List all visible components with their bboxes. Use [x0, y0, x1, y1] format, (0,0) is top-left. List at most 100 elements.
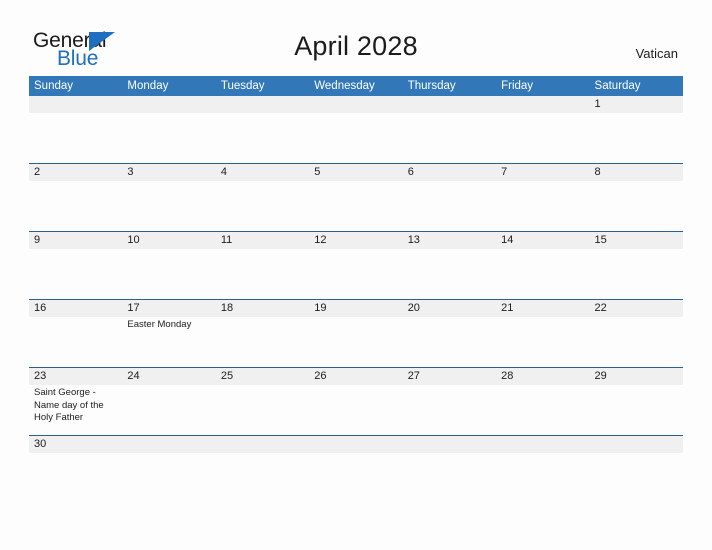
day-events[interactable]: [122, 385, 215, 435]
day-number[interactable]: 17: [122, 300, 215, 317]
day-number[interactable]: 16: [29, 300, 122, 317]
day-events[interactable]: [496, 181, 589, 231]
day-number[interactable]: 22: [590, 300, 683, 317]
calendar-week-row: 1: [29, 96, 683, 163]
day-number[interactable]: 8: [590, 164, 683, 181]
day-events[interactable]: [309, 385, 402, 435]
week-date-strip: 30: [29, 436, 683, 453]
day-events[interactable]: [309, 249, 402, 299]
day-events[interactable]: [216, 113, 309, 163]
day-events[interactable]: [496, 385, 589, 435]
day-events[interactable]: [590, 385, 683, 435]
day-number[interactable]: 29: [590, 368, 683, 385]
day-events[interactable]: [122, 249, 215, 299]
weekday-header-sunday: Sunday: [34, 80, 74, 92]
day-number[interactable]: 13: [403, 232, 496, 249]
day-number[interactable]: [122, 96, 215, 113]
day-number[interactable]: [403, 96, 496, 113]
week-date-strip: 2 3 4 5 6 7 8: [29, 164, 683, 181]
day-events[interactable]: [496, 113, 589, 163]
day-events[interactable]: [403, 453, 496, 461]
day-number[interactable]: 12: [309, 232, 402, 249]
day-number[interactable]: 19: [309, 300, 402, 317]
day-events[interactable]: [309, 181, 402, 231]
day-events[interactable]: [216, 453, 309, 461]
day-number[interactable]: 3: [122, 164, 215, 181]
day-number[interactable]: 1: [590, 96, 683, 113]
week-event-strip: [29, 181, 683, 231]
day-events[interactable]: [590, 317, 683, 367]
day-number[interactable]: 24: [122, 368, 215, 385]
day-number[interactable]: 28: [496, 368, 589, 385]
day-events[interactable]: [216, 249, 309, 299]
weekday-header-friday: Friday: [501, 80, 534, 92]
day-events[interactable]: Saint George - Name day of the Holy Fath…: [29, 385, 122, 435]
calendar-grid: Sunday Monday Tuesday Wednesday Thursday…: [29, 76, 683, 461]
day-events[interactable]: [590, 113, 683, 163]
day-events[interactable]: [496, 453, 589, 461]
day-number[interactable]: [29, 96, 122, 113]
day-number[interactable]: 21: [496, 300, 589, 317]
day-events[interactable]: [309, 453, 402, 461]
day-number[interactable]: [216, 436, 309, 453]
day-number[interactable]: 10: [122, 232, 215, 249]
day-number[interactable]: 27: [403, 368, 496, 385]
day-number[interactable]: [309, 436, 402, 453]
day-events[interactable]: [216, 385, 309, 435]
day-events[interactable]: [122, 453, 215, 461]
day-number[interactable]: [122, 436, 215, 453]
weekday-header-monday: Monday: [127, 80, 169, 92]
day-events[interactable]: [496, 249, 589, 299]
day-events[interactable]: [590, 453, 683, 461]
week-event-strip: [29, 113, 683, 163]
day-number[interactable]: 14: [496, 232, 589, 249]
day-events[interactable]: [403, 385, 496, 435]
day-events[interactable]: [403, 113, 496, 163]
day-number[interactable]: 30: [29, 436, 122, 453]
day-number[interactable]: 11: [216, 232, 309, 249]
day-number[interactable]: 15: [590, 232, 683, 249]
day-number[interactable]: 20: [403, 300, 496, 317]
day-number[interactable]: 25: [216, 368, 309, 385]
day-events[interactable]: [403, 181, 496, 231]
day-number[interactable]: [496, 436, 589, 453]
day-number[interactable]: 6: [403, 164, 496, 181]
day-number[interactable]: 26: [309, 368, 402, 385]
day-number[interactable]: [590, 436, 683, 453]
day-events[interactable]: [590, 181, 683, 231]
day-events[interactable]: [29, 113, 122, 163]
day-events[interactable]: [122, 181, 215, 231]
weekday-header-wednesday: Wednesday: [314, 80, 375, 92]
page-title: April 2028: [294, 31, 418, 61]
day-number[interactable]: [216, 96, 309, 113]
day-number[interactable]: 9: [29, 232, 122, 249]
day-number[interactable]: [403, 436, 496, 453]
week-event-strip: Saint George - Name day of the Holy Fath…: [29, 385, 683, 435]
day-events[interactable]: [216, 181, 309, 231]
day-events[interactable]: [496, 317, 589, 367]
day-events[interactable]: [590, 249, 683, 299]
day-events[interactable]: [309, 113, 402, 163]
calendar-week-row: 23 24 25 26 27 28 29 Saint George - Name…: [29, 367, 683, 435]
day-number[interactable]: 18: [216, 300, 309, 317]
day-events[interactable]: [29, 181, 122, 231]
day-events[interactable]: [29, 453, 122, 461]
week-date-strip: 23 24 25 26 27 28 29: [29, 368, 683, 385]
day-events[interactable]: [216, 317, 309, 367]
day-number[interactable]: 23: [29, 368, 122, 385]
day-events[interactable]: [309, 317, 402, 367]
day-number[interactable]: 7: [496, 164, 589, 181]
week-date-strip: 9 10 11 12 13 14 15: [29, 232, 683, 249]
day-events[interactable]: [122, 113, 215, 163]
day-events[interactable]: [29, 249, 122, 299]
calendar-page: General Blue April 2028 Vatican Sunday M…: [0, 0, 712, 550]
day-number[interactable]: [309, 96, 402, 113]
day-number[interactable]: 4: [216, 164, 309, 181]
day-events[interactable]: [403, 317, 496, 367]
day-number[interactable]: 5: [309, 164, 402, 181]
day-number[interactable]: 2: [29, 164, 122, 181]
day-number[interactable]: [496, 96, 589, 113]
day-events[interactable]: [403, 249, 496, 299]
day-events[interactable]: Easter Monday: [122, 317, 215, 367]
day-events[interactable]: [29, 317, 122, 367]
